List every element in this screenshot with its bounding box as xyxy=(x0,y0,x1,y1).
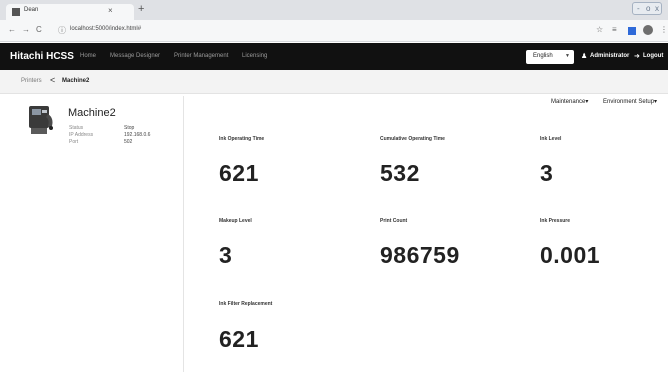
profile-icon[interactable] xyxy=(643,25,653,35)
port-value: 502 xyxy=(124,139,133,145)
user-menu[interactable]: Administrator xyxy=(590,53,629,59)
status-label: Status xyxy=(69,125,84,131)
metric-label-ink-level: Ink Level xyxy=(540,136,562,142)
nav-link-home[interactable]: Home xyxy=(80,53,96,59)
forward-icon[interactable]: → xyxy=(22,25,30,34)
metric-value-print-count: 986759 xyxy=(380,242,460,268)
logout-link[interactable]: Logout xyxy=(643,53,663,59)
environment-setup-menu[interactable]: Environment Setup▾ xyxy=(603,98,657,105)
device-name: Machine2 xyxy=(68,107,116,119)
device-panel: Machine2 Status Stop IP Address 192.168.… xyxy=(12,96,184,372)
app-navbar: Hitachi HCSS Home Message Designer Print… xyxy=(0,43,668,70)
minimize-icon[interactable]: - xyxy=(637,4,640,13)
metric-value-ink-pressure: 0.001 xyxy=(540,242,601,268)
metric-value-cumulative-operating-time: 532 xyxy=(380,160,420,186)
ip-address-value: 192.168.0.6 xyxy=(124,132,151,138)
back-icon[interactable]: ← xyxy=(8,25,16,34)
status-value: Stop xyxy=(124,125,135,131)
browser-tab[interactable]: Dean × xyxy=(6,4,134,20)
metric-label-ink-pressure: Ink Pressure xyxy=(540,218,571,224)
browser-toolbar: ← → C ⓘ localhost:5000/index.html# ☆ ≡ ⋮ xyxy=(0,20,668,42)
user-icon: ♟ xyxy=(581,53,588,60)
window-controls: - o x xyxy=(632,2,662,15)
metric-label-cumulative-operating-time: Cumulative Operating Time xyxy=(380,136,445,142)
breadcrumb-printers-link[interactable]: Printers xyxy=(21,78,42,84)
environment-setup-menu-label: Environment Setup xyxy=(603,99,655,105)
metric-label-ink-operating-time: Ink Operating Time xyxy=(219,136,265,142)
metric-value-ink-level: 3 xyxy=(540,160,554,186)
tab-title: Dean xyxy=(24,7,39,13)
ip-address-label: IP Address xyxy=(69,132,94,138)
caret-down-icon: ▾ xyxy=(654,99,658,105)
metric-value-ink-operating-time: 621 xyxy=(219,160,259,186)
maintenance-menu[interactable]: Maintenance▾ xyxy=(551,98,588,105)
brand-logo[interactable]: Hitachi HCSS xyxy=(10,51,74,62)
browser-menu-icon[interactable]: ⋮ xyxy=(660,25,668,34)
address-bar[interactable]: ⓘ localhost:5000/index.html# xyxy=(58,24,582,38)
close-window-icon[interactable]: x xyxy=(655,4,659,13)
caret-down-icon: ▼ xyxy=(565,53,570,59)
new-tab-button[interactable]: + xyxy=(138,3,144,15)
site-info-icon[interactable]: ⓘ xyxy=(58,25,66,36)
maximize-icon[interactable]: o xyxy=(646,4,650,13)
nav-link-licensing[interactable]: Licensing xyxy=(242,53,267,59)
breadcrumb-back-chevron-icon[interactable]: < xyxy=(50,75,55,85)
caret-down-icon: ▾ xyxy=(585,99,589,105)
metric-value-makeup-level: 3 xyxy=(219,242,233,268)
maintenance-menu-label: Maintenance xyxy=(551,99,586,105)
logout-icon: ➜ xyxy=(634,53,640,60)
browser-tabstrip: Dean × + - o x xyxy=(0,0,668,20)
nav-link-printer-management[interactable]: Printer Management xyxy=(174,53,228,59)
printer-device-icon xyxy=(29,106,53,134)
metric-value-ink-filter-replacement: 621 xyxy=(219,326,259,352)
language-value: English xyxy=(533,53,553,59)
metric-label-makeup-level: Makeup Level xyxy=(219,218,252,224)
extension-square-icon[interactable] xyxy=(628,27,636,35)
language-select[interactable]: English ▼ xyxy=(526,50,574,64)
tab-favicon-icon xyxy=(12,8,20,16)
tab-close-icon[interactable]: × xyxy=(108,6,113,15)
reload-icon[interactable]: C xyxy=(36,25,42,34)
breadcrumb: Printers < Machine2 xyxy=(0,70,668,94)
metric-label-ink-filter-replacement: Ink Filter Replacement xyxy=(219,301,273,307)
breadcrumb-current: Machine2 xyxy=(62,78,90,84)
bookmark-star-icon[interactable]: ☆ xyxy=(596,25,603,34)
nav-link-message-designer[interactable]: Message Designer xyxy=(110,53,160,59)
metric-label-print-count: Print Count xyxy=(380,218,408,224)
extension-icon[interactable]: ≡ xyxy=(612,25,617,34)
address-url: localhost:5000/index.html# xyxy=(70,26,142,32)
port-label: Port xyxy=(69,139,79,145)
